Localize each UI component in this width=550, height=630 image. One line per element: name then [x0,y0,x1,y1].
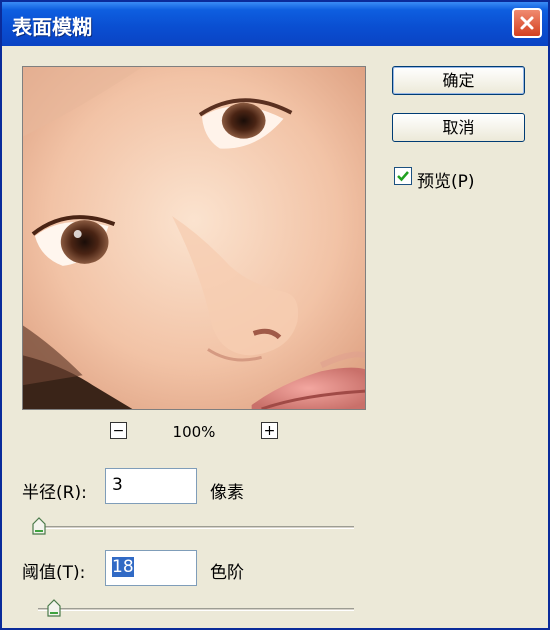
preview-checkbox[interactable] [394,167,412,185]
title-bar[interactable]: 表面模糊 [2,2,548,46]
preview-label[interactable]: 预览(P) [417,167,475,192]
threshold-slider-track[interactable] [38,608,354,611]
radius-value: 3 [112,475,123,495]
zoom-in-button[interactable]: + [261,422,278,439]
radius-slider-track[interactable] [38,526,354,529]
cancel-button[interactable]: 取消 [392,113,525,142]
plus-icon: + [263,422,276,439]
threshold-value: 18 [112,557,134,577]
threshold-unit: 色阶 [210,563,244,583]
radius-input[interactable]: 3 [105,468,197,504]
slider-thumb-icon [32,517,46,535]
threshold-label: 阈值(T): [22,563,86,583]
zoom-level: 100% [172,423,216,441]
dialog-body: − 100% + 确定 取消 预览(P) 半径(R): 3 像素 阈值(T): [2,46,548,628]
radius-unit: 像素 [210,483,244,503]
zoom-out-button[interactable]: − [110,422,127,439]
threshold-slider-thumb[interactable] [47,599,61,617]
threshold-input[interactable]: 18 [105,550,197,586]
radius-label: 半径(R): [22,483,87,503]
ok-button[interactable]: 确定 [392,66,525,95]
slider-thumb-icon [47,599,61,617]
close-icon [520,16,534,30]
radius-slider-thumb[interactable] [32,517,46,535]
checkmark-icon [397,171,409,182]
face-photo [23,67,365,409]
dialog-title: 表面模糊 [12,15,92,39]
close-button[interactable] [512,8,542,38]
surface-blur-dialog: 表面模糊 − 100% + 确定 取消 预览(P) 半径(R): 3 像素 阈值… [0,0,550,630]
minus-icon: − [112,422,125,439]
preview-image[interactable] [22,66,366,410]
